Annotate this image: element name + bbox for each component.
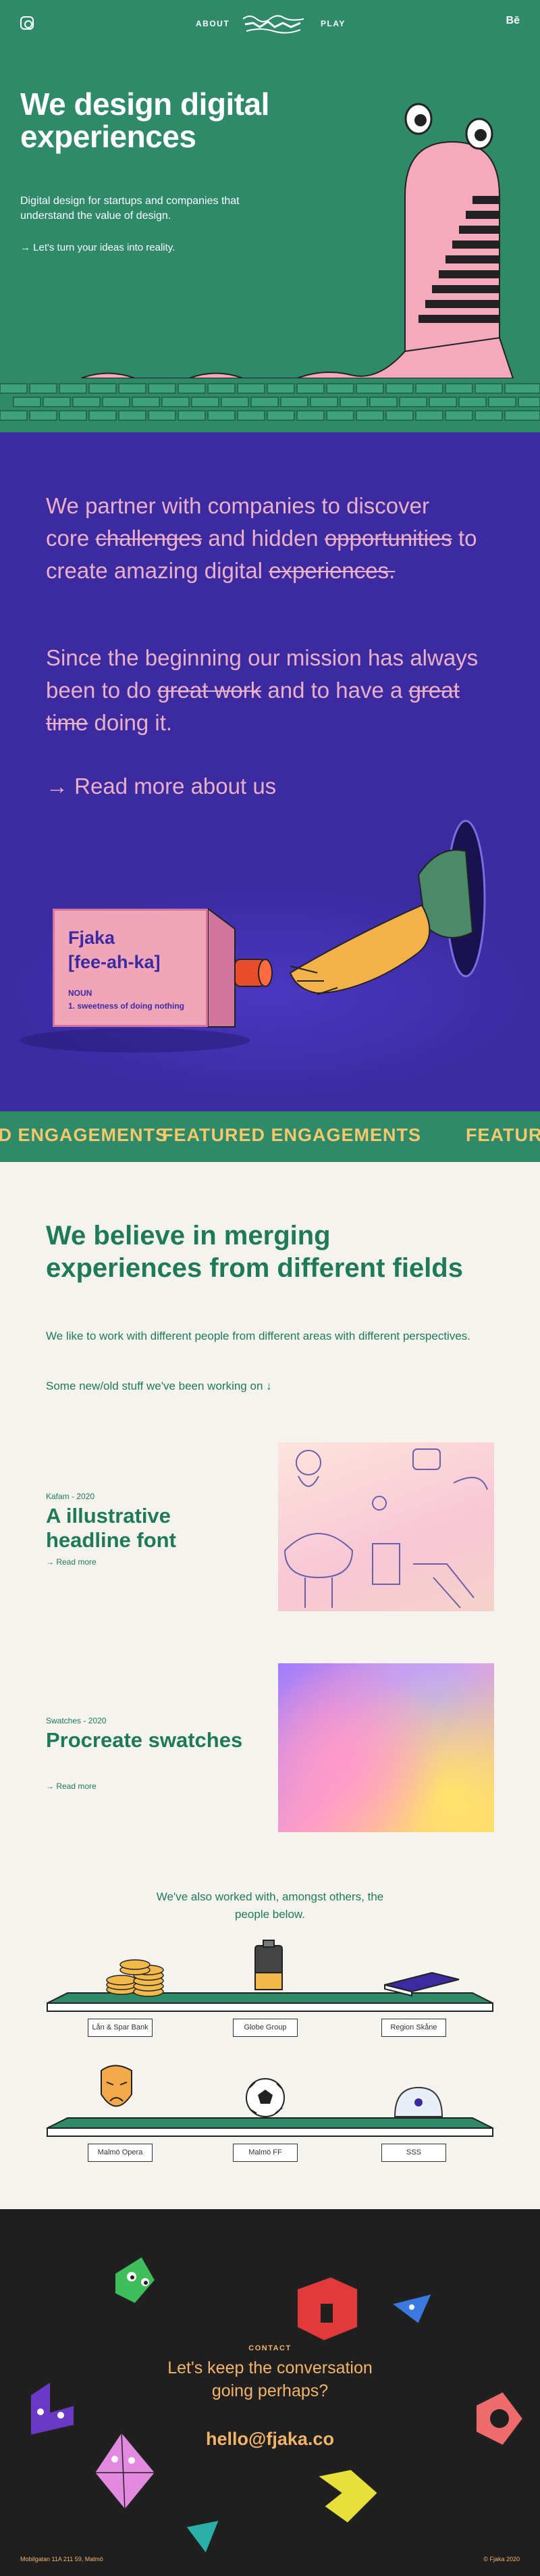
- nav-about-link[interactable]: ABOUT: [196, 19, 230, 28]
- intro-text: and to have a: [261, 678, 409, 703]
- clients-intro: We've also worked with, amongst others, …: [0, 1888, 540, 1923]
- dictionary-card: Fjaka [fee-ah-ka] NOUN 1. sweetness of do…: [53, 909, 208, 1027]
- clients-intro-text: We've also worked with, amongst others, …: [156, 1890, 384, 1921]
- footer-address: Mobilgatan 11A 211 59, Malmö: [20, 2556, 103, 2562]
- hero-title: We design digital experiences: [20, 86, 269, 154]
- featured-ticker: FEATURED ENGAGEMENTS FEATURED ENGAGEMENT…: [0, 1111, 540, 1162]
- intro-paragraph-2: Since the beginning our mission has alwa…: [46, 642, 491, 739]
- strike-text: challenges: [95, 526, 202, 551]
- hero-subtitle: Digital design for startups and companie…: [20, 195, 240, 222]
- project-meta: Swatches - 2020: [46, 1716, 107, 1725]
- arrow-right-icon: →: [20, 242, 34, 253]
- line-art-illustration: [284, 1448, 488, 1609]
- nav-play-link[interactable]: PLAY: [321, 19, 346, 28]
- client-label: Region Skåne: [381, 2019, 446, 2037]
- strike-text: opportunities: [324, 526, 452, 551]
- fjaka-logo[interactable]: [240, 12, 307, 35]
- project-image-font[interactable]: [278, 1442, 494, 1611]
- ticker-text: FEATURED ENGAGEMENTS: [466, 1125, 540, 1145]
- instagram-icon[interactable]: [20, 16, 34, 30]
- believe-section: We believe in merging experiences from d…: [0, 1162, 540, 2209]
- footer-copyright: © Fjaka 2020: [483, 2556, 520, 2562]
- contact-section: CONTACT Let's keep the conversation goin…: [0, 2209, 540, 2576]
- arrow-right-icon: →: [46, 774, 75, 799]
- client-label: Malmö FF: [233, 2144, 298, 2162]
- top-navigation: ABOUT PLAY Bē: [0, 0, 540, 47]
- read-more-label: Read more: [56, 1782, 97, 1791]
- work-link[interactable]: Some new/old stuff we've been working on…: [46, 1380, 272, 1393]
- client-label: Globe Group: [233, 2019, 298, 2037]
- arrow-right-icon: →: [46, 1557, 57, 1567]
- believe-title: We believe in merging experiences from d…: [46, 1221, 463, 1283]
- project-title[interactable]: Procreate swatches: [46, 1728, 248, 1752]
- project-read-more[interactable]: → Read more: [46, 1782, 97, 1791]
- read-more-label: Read more: [56, 1557, 97, 1567]
- behance-icon[interactable]: Bē: [506, 15, 520, 27]
- hero-section: ABOUT PLAY Bē We design digital experien…: [0, 0, 540, 432]
- phonetic: [fee-ah-ka]: [68, 952, 161, 972]
- dictionary-word: Fjaka [fee-ah-ka]: [68, 926, 161, 974]
- contact-question-text: Let's keep the conversation going perhap…: [167, 2358, 373, 2400]
- word-definition: 1. sweetness of doing nothing: [68, 1001, 185, 1011]
- project-meta: Kafam - 2020: [46, 1492, 95, 1501]
- intro-paragraph-1: We partner with companies to discover co…: [46, 490, 478, 587]
- arrow-right-icon: →: [46, 1782, 57, 1791]
- word: Fjaka: [68, 928, 115, 948]
- word-type: NOUN: [68, 988, 92, 998]
- strike-text: experiences.: [269, 558, 396, 583]
- client-label: Malmö Opera: [88, 2144, 153, 2162]
- hero-cta-label: Let's turn your ideas into reality.: [33, 242, 176, 253]
- contact-label: CONTACT: [248, 2344, 292, 2352]
- contact-email-link[interactable]: hello@fjaka.co: [0, 2429, 540, 2450]
- contact-question: Let's keep the conversation going perhap…: [0, 2356, 540, 2402]
- hero-cta-link[interactable]: → Let's turn your ideas into reality.: [20, 242, 175, 253]
- intro-section: We partner with companies to discover co…: [0, 432, 540, 1111]
- client-label: Lån & Spar Bank: [88, 2019, 153, 2037]
- project-read-more[interactable]: → Read more: [46, 1557, 97, 1567]
- ticker-text: FEATURED ENGAGEMENTS: [162, 1125, 422, 1145]
- intro-text: and hidden: [202, 526, 325, 551]
- project-image-swatches[interactable]: [278, 1663, 494, 1832]
- strike-text: great work: [157, 678, 262, 703]
- intro-text: doing it.: [88, 710, 173, 735]
- ticker-text: FEATURED ENGAGEMENTS: [0, 1125, 169, 1145]
- project-title[interactable]: A illustrative headline font: [46, 1504, 248, 1552]
- believe-paragraph: We like to work with different people fr…: [46, 1330, 470, 1342]
- read-more-label: Read more about us: [74, 774, 277, 799]
- client-label: SSS: [381, 2144, 446, 2162]
- read-more-about-link[interactable]: → Read more about us: [46, 774, 276, 799]
